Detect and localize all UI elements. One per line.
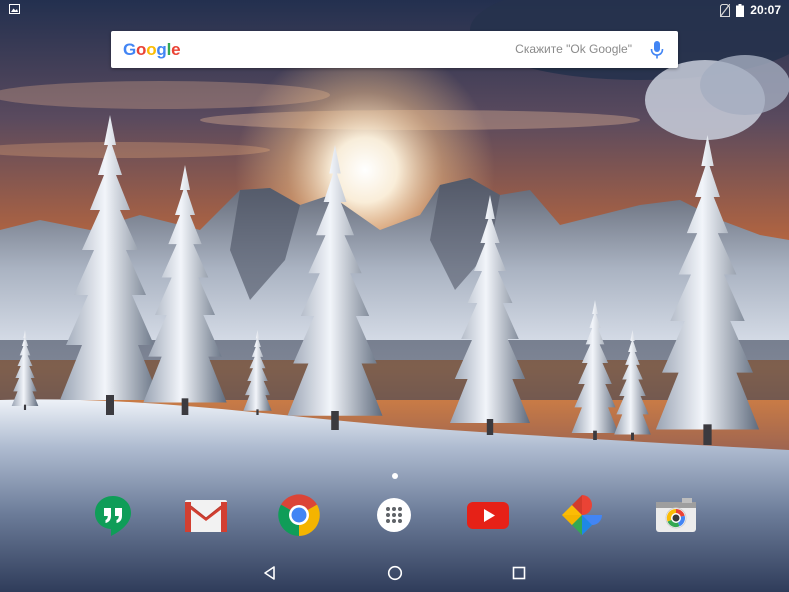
youtube-icon bbox=[467, 502, 509, 529]
no-sim-icon bbox=[720, 3, 731, 17]
youtube-app[interactable] bbox=[466, 493, 510, 537]
photos-icon bbox=[562, 495, 602, 535]
chrome-icon bbox=[278, 494, 320, 536]
status-clock: 20:07 bbox=[750, 3, 781, 17]
chrome-app[interactable] bbox=[277, 493, 321, 537]
camera-app[interactable] bbox=[654, 493, 698, 537]
google-logo: Google bbox=[123, 40, 181, 60]
gmail-icon bbox=[185, 500, 227, 532]
status-bar: 20:07 bbox=[0, 0, 789, 20]
logo-letter: g bbox=[156, 40, 167, 59]
battery-icon bbox=[736, 3, 745, 17]
logo-letter: o bbox=[136, 40, 147, 59]
microphone-icon[interactable] bbox=[650, 40, 664, 60]
hangouts-app[interactable] bbox=[91, 493, 135, 537]
home-icon[interactable] bbox=[387, 565, 403, 581]
back-icon[interactable] bbox=[262, 565, 278, 581]
app-drawer-button[interactable] bbox=[372, 493, 416, 537]
search-hint: Скажите "Ok Google" bbox=[515, 42, 632, 56]
photos-app[interactable] bbox=[560, 493, 604, 537]
logo-letter: e bbox=[171, 40, 181, 59]
home-screen: 20:07 Google Скажите "Ok Google" bbox=[0, 0, 789, 592]
page-indicator-dot bbox=[392, 473, 398, 479]
gmail-app[interactable] bbox=[184, 493, 228, 537]
status-icons: 20:07 bbox=[720, 2, 781, 18]
image-notification-icon bbox=[9, 4, 20, 14]
google-search-bar[interactable]: Google Скажите "Ok Google" bbox=[111, 31, 678, 68]
navigation-bar bbox=[0, 552, 789, 592]
camera-icon bbox=[656, 498, 696, 532]
logo-letter: G bbox=[123, 40, 137, 59]
recents-icon[interactable] bbox=[511, 565, 527, 581]
app-dock bbox=[0, 488, 789, 540]
hangouts-icon bbox=[95, 496, 131, 536]
logo-letter: o bbox=[146, 40, 157, 59]
app-drawer-icon bbox=[377, 498, 411, 532]
